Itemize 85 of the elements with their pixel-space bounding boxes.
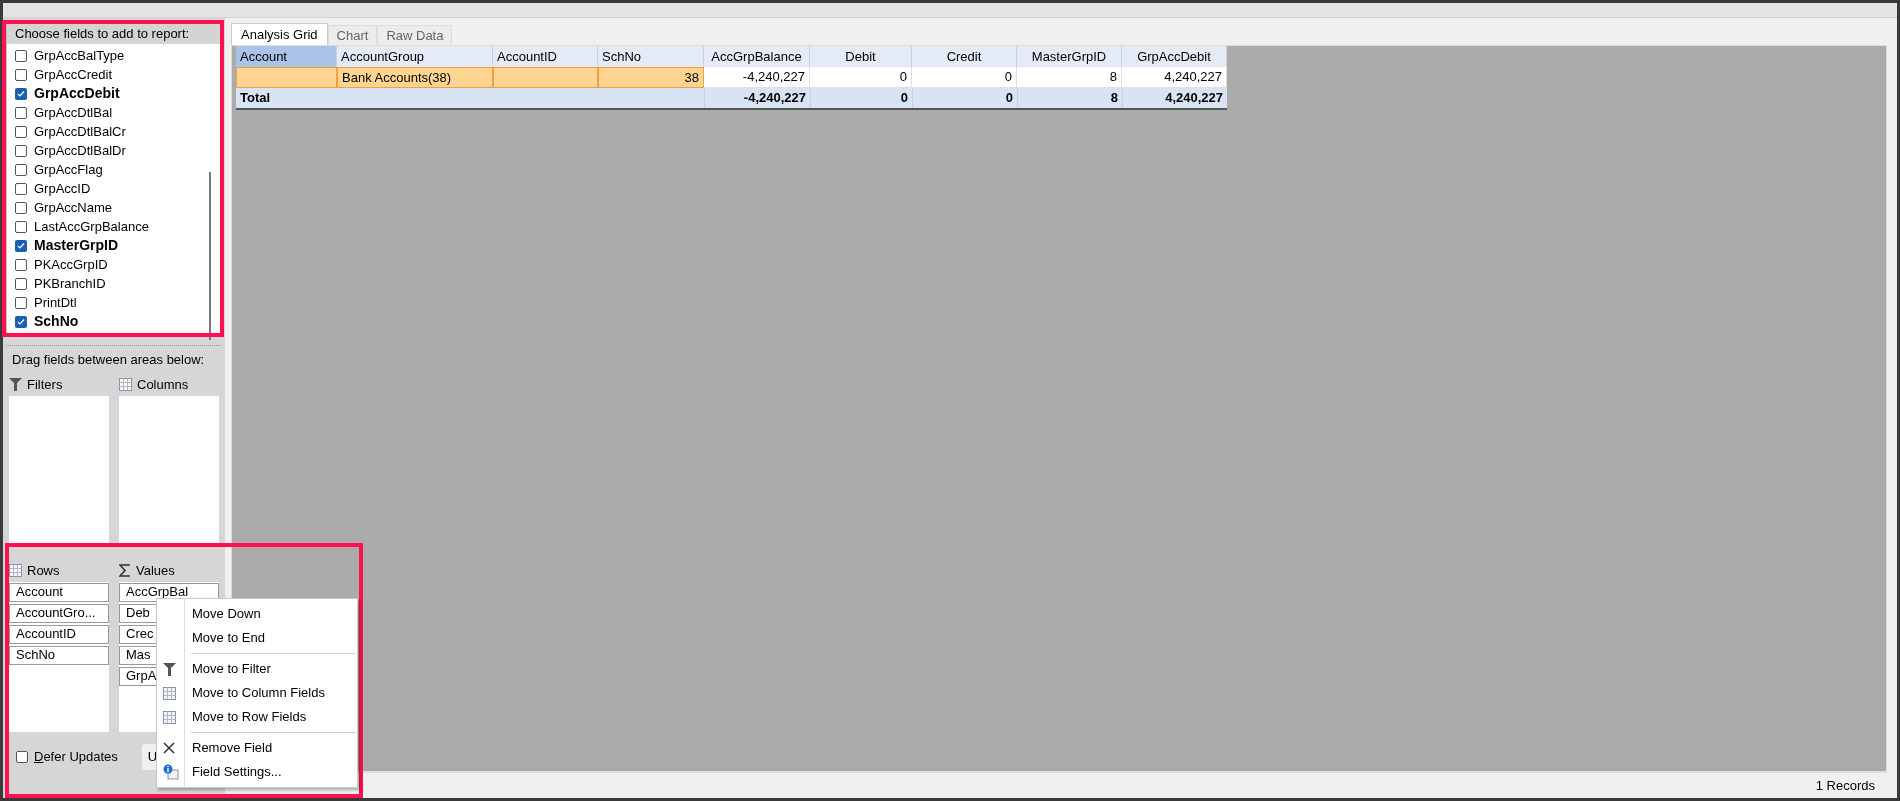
checkbox[interactable] [16, 750, 28, 763]
field-item[interactable]: SchNo [7, 312, 220, 331]
field-chip[interactable]: SchNo [9, 645, 109, 665]
grid-icon [9, 564, 22, 577]
checkbox[interactable] [15, 182, 27, 195]
menu-item[interactable]: Move to Filter [157, 657, 357, 681]
column-header[interactable]: Credit [912, 46, 1017, 67]
column-header[interactable]: SchNo [598, 46, 704, 67]
checkbox[interactable] [15, 220, 27, 233]
instruction-text: Drag fields between areas below: [11, 351, 206, 369]
menu-item[interactable]: Move to End [157, 626, 357, 650]
tab[interactable]: Analysis Grid [231, 23, 328, 45]
field-item[interactable]: PKBranchID [7, 274, 220, 293]
total-cell: 0 [912, 88, 1017, 108]
sigma-icon [119, 564, 131, 577]
checkbox[interactable] [15, 315, 27, 328]
tab[interactable]: Raw Data [377, 25, 453, 45]
checkbox[interactable] [15, 163, 27, 176]
field-item[interactable]: GrpAccCredit [7, 65, 220, 84]
checkbox[interactable] [15, 68, 27, 81]
field-item[interactable]: PKAccGrpID [7, 255, 220, 274]
checkbox[interactable] [15, 296, 27, 309]
field-chip[interactable]: Account [9, 582, 109, 602]
menu-item[interactable]: Move to Column Fields [157, 681, 357, 705]
area-label: Filters [27, 375, 63, 394]
field-item[interactable]: GrpAccDtlBalDr [7, 141, 220, 160]
settings-icon [163, 764, 179, 780]
total-cell: 0 [810, 88, 912, 108]
column-header[interactable]: AccGrpBalance [704, 46, 810, 67]
close-icon [163, 742, 175, 754]
total-cell: 8 [1017, 88, 1122, 108]
checkbox[interactable] [15, 144, 27, 157]
field-item[interactable]: MasterGrpID [7, 236, 220, 255]
rows-icon [163, 710, 176, 724]
field-item[interactable]: GrpAccBalType [7, 46, 220, 65]
value-cell: 0 [810, 67, 912, 88]
columns-icon [163, 686, 176, 700]
total-cell: -4,240,227 [704, 88, 810, 108]
area-label: Values [136, 561, 175, 580]
row-cell: Bank Accounts(38) [337, 67, 493, 88]
record-count: 1 Records [1815, 776, 1875, 795]
value-cell: 4,240,227 [1122, 67, 1227, 88]
total-label: Total [239, 89, 272, 108]
field-item[interactable]: GrpAccFlag [7, 160, 220, 179]
field-chip[interactable]: AccountGro... [9, 603, 109, 623]
checkbox[interactable] [15, 87, 27, 100]
field-item[interactable]: GrpAccDebit [7, 84, 220, 103]
checkbox[interactable] [15, 49, 27, 62]
column-header[interactable]: Debit [810, 46, 912, 67]
checkbox[interactable] [15, 201, 27, 214]
value-cell: 8 [1017, 67, 1122, 88]
filter-icon [163, 662, 176, 676]
field-item[interactable]: GrpAccDtlBalCr [7, 122, 220, 141]
checkbox[interactable] [15, 277, 27, 290]
menu-item[interactable]: Move Down [157, 602, 357, 626]
field-item[interactable]: GrpAccDtlBal [7, 103, 220, 122]
area-label: Rows [27, 561, 60, 580]
checkbox-label[interactable]: Defer Updates [34, 746, 118, 767]
menu-item[interactable]: Move to Row Fields [157, 705, 357, 729]
value-cell: -4,240,227 [704, 67, 810, 88]
total-cell: 4,240,227 [1122, 88, 1227, 108]
checkbox[interactable] [15, 258, 27, 271]
column-header[interactable]: AccountGroup [337, 46, 493, 67]
checkbox[interactable] [15, 239, 27, 252]
field-item[interactable]: GrpAccID [7, 179, 220, 198]
filter-icon [9, 378, 22, 391]
value-cell: 0 [912, 67, 1017, 88]
field-item[interactable]: GrpAccName [7, 198, 220, 217]
row-cell: 38 [598, 67, 704, 88]
menu-item[interactable]: Field Settings... [157, 760, 357, 784]
tab[interactable]: Chart [327, 25, 378, 45]
panel-title: Choose fields to add to report: [7, 24, 220, 44]
scrollbar[interactable] [209, 172, 211, 340]
checkbox[interactable] [15, 125, 27, 138]
field-item[interactable]: LastAccGrpBalance [7, 217, 220, 236]
field-chip[interactable]: AccountID [9, 624, 109, 644]
grid-icon [119, 378, 132, 391]
column-header[interactable]: Account [236, 46, 337, 67]
area-label: Columns [137, 375, 189, 394]
checkbox[interactable] [15, 106, 27, 119]
column-header[interactable]: GrpAccDebit [1122, 46, 1227, 67]
menu-item[interactable]: Remove Field [157, 736, 357, 760]
column-header[interactable]: AccountID [493, 46, 598, 67]
field-item[interactable]: PrintDtl [7, 293, 220, 312]
column-header[interactable]: MasterGrpID [1017, 46, 1122, 67]
